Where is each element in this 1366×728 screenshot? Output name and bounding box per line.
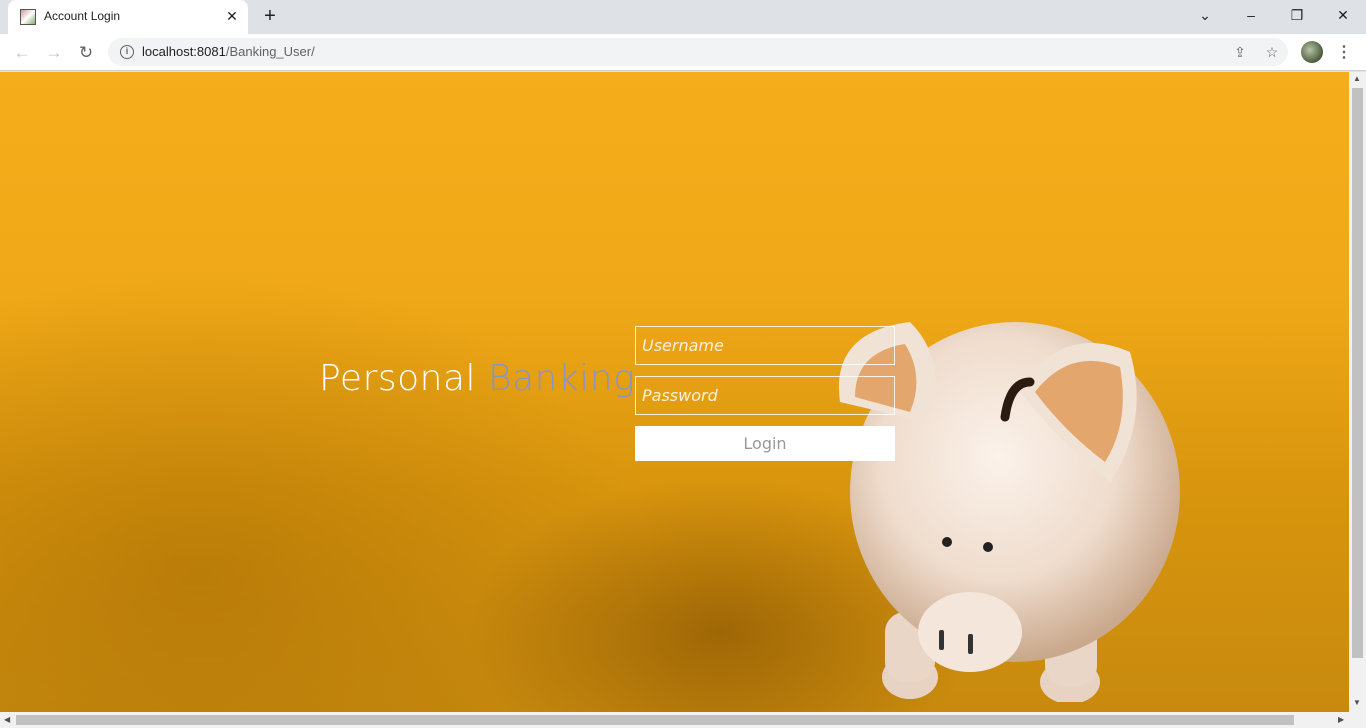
password-input[interactable] <box>635 376 895 415</box>
brand-title-banking: Banking <box>488 358 636 399</box>
login-button[interactable]: Login <box>635 426 895 461</box>
site-info-icon[interactable]: i <box>120 45 134 59</box>
forward-icon[interactable]: → <box>41 40 67 66</box>
scroll-down-icon[interactable]: ▼ <box>1353 698 1361 707</box>
url-host: localhost:8081 <box>142 44 226 59</box>
horizontal-scrollbar[interactable]: ◀ ▶ <box>0 712 1366 728</box>
vertical-scrollbar[interactable]: ▲ ▼ <box>1349 72 1366 712</box>
horizontal-scroll-thumb[interactable] <box>16 715 1294 725</box>
tab-title: Account Login <box>44 9 121 23</box>
menu-icon[interactable]: ⋮ <box>1336 40 1352 66</box>
tab-strip: Account Login ✕ + ⌄ – ❐ ✕ <box>0 0 1366 34</box>
username-input[interactable] <box>635 326 895 365</box>
brand-title-personal: Personal <box>319 358 477 399</box>
new-tab-icon[interactable]: + <box>258 6 282 28</box>
scroll-up-icon[interactable]: ▲ <box>1353 74 1361 83</box>
browser-tab[interactable]: Account Login ✕ <box>8 0 248 34</box>
bookmark-star-icon[interactable]: ☆ <box>1262 42 1282 62</box>
favicon-icon <box>20 9 36 25</box>
close-window-icon[interactable]: ✕ <box>1320 0 1366 30</box>
profile-avatar[interactable] <box>1301 41 1323 63</box>
url-path: /Banking_User/ <box>225 44 315 59</box>
close-tab-icon[interactable]: ✕ <box>224 8 240 24</box>
minimize-icon[interactable]: – <box>1228 0 1274 30</box>
scroll-right-icon[interactable]: ▶ <box>1338 715 1344 724</box>
vertical-scroll-thumb[interactable] <box>1352 88 1363 658</box>
brand-title: Personal Banking <box>319 358 635 399</box>
restore-icon[interactable]: ❐ <box>1274 0 1320 30</box>
tab-search-icon[interactable]: ⌄ <box>1182 0 1228 30</box>
url-text[interactable]: localhost:8081/Banking_User/ <box>142 44 315 59</box>
scroll-left-icon[interactable]: ◀ <box>4 715 10 724</box>
browser-toolbar: ← → ↻ i localhost:8081/Banking_User/ ⇪ ☆… <box>0 34 1366 71</box>
address-bar[interactable]: i localhost:8081/Banking_User/ ⇪ ☆ <box>108 38 1288 66</box>
login-page: Personal Banking Login <box>0 72 1349 712</box>
back-icon[interactable]: ← <box>9 40 35 66</box>
share-icon[interactable]: ⇪ <box>1230 42 1250 62</box>
reload-icon[interactable]: ↻ <box>73 40 99 66</box>
